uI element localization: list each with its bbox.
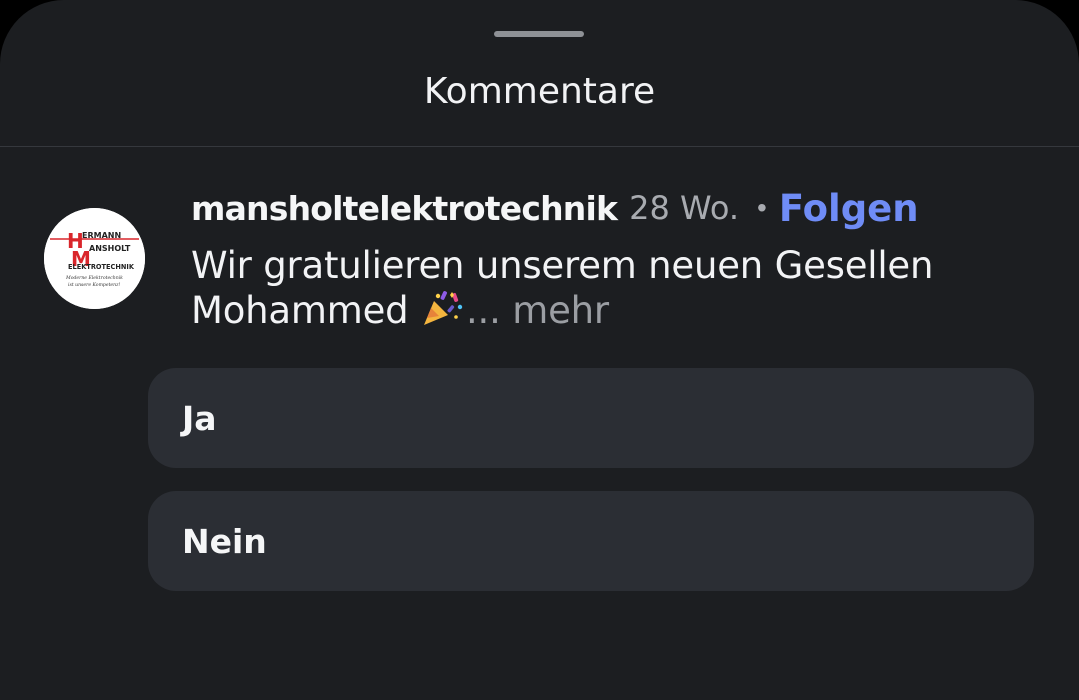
reply-option-nein[interactable]: Nein — [148, 491, 1034, 591]
drag-handle[interactable] — [494, 31, 584, 37]
comments-sheet: Kommentare H M ERMANN ANSHOLT ELEKTROTEC… — [0, 0, 1079, 700]
party-popper-icon — [423, 291, 463, 325]
comment-text-line-1: Wir gratulieren unserem neuen Gesellen — [191, 244, 934, 287]
svg-text:ANSHOLT: ANSHOLT — [89, 244, 131, 253]
reply-option-label: Nein — [182, 521, 267, 561]
reply-option-label: Ja — [182, 398, 217, 438]
svg-text:ELEKTROTECHNIK: ELEKTROTECHNIK — [68, 263, 135, 271]
company-logo-icon: H M ERMANN ANSHOLT ELEKTROTECHNIK Modern… — [44, 208, 145, 309]
ellipsis: ... — [465, 289, 501, 332]
comment-time: 28 Wo. — [629, 189, 739, 227]
username-link[interactable]: mansholtelektrotechnik — [191, 189, 618, 228]
header-divider — [0, 146, 1079, 147]
follow-button[interactable]: Folgen — [779, 187, 919, 230]
svg-text:ERMANN: ERMANN — [82, 231, 121, 240]
comment-text-mention: Mohammed — [191, 289, 409, 332]
more-link[interactable]: mehr — [512, 289, 609, 332]
sheet-title: Kommentare — [423, 71, 656, 112]
svg-text:Moderne Elektrotechnik: Moderne Elektrotechnik — [65, 275, 123, 281]
comment-text-line-2: Mohammed ... mehr — [191, 288, 1021, 333]
avatar[interactable]: H M ERMANN ANSHOLT ELEKTROTECHNIK Modern… — [44, 208, 145, 309]
separator-dot: • — [757, 192, 767, 223]
reply-option-ja[interactable]: Ja — [148, 368, 1034, 468]
comment-text: Wir gratulieren unserem neuen Gesellen M… — [191, 243, 1021, 333]
svg-text:ist unsere Kompetenz!: ist unsere Kompetenz! — [68, 282, 121, 288]
comment-header: mansholtelektrotechnik 28 Wo. • Folgen — [191, 186, 919, 230]
